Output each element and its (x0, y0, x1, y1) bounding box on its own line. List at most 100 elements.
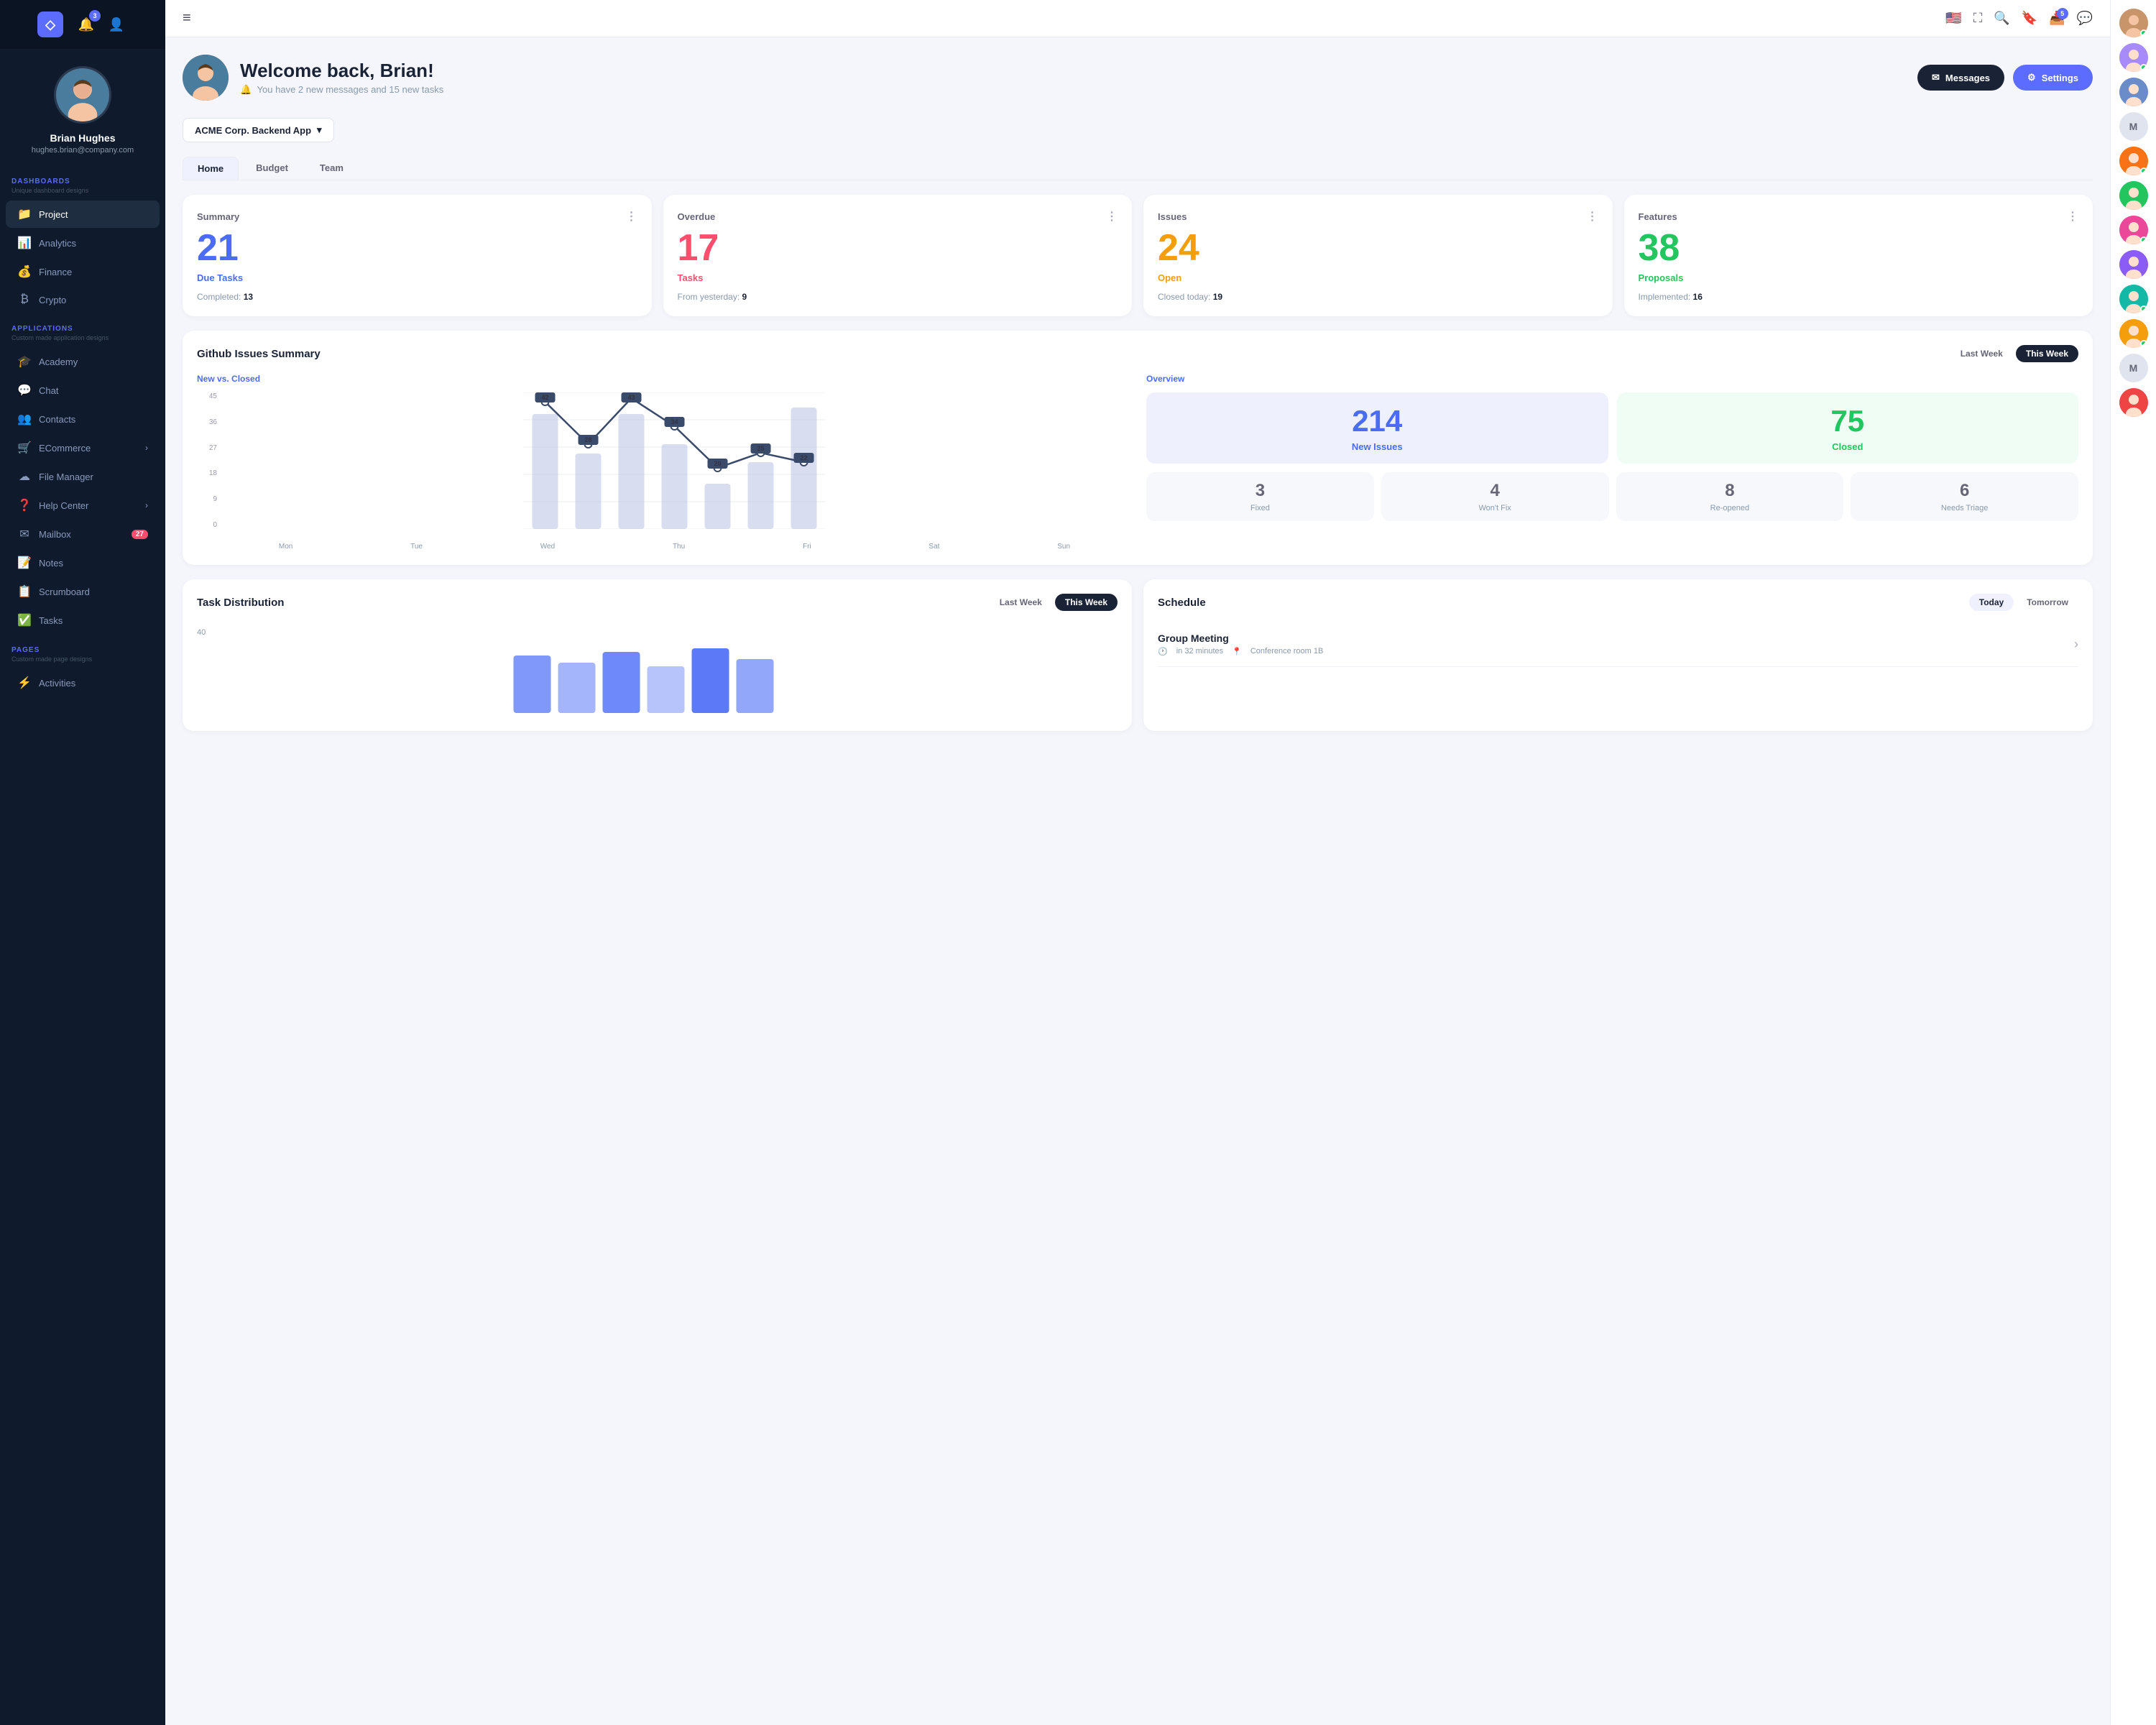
stat-card-summary-menu[interactable]: ⋮ (626, 209, 637, 224)
sidebar-item-scrumboard[interactable]: 📋 Scrumboard (6, 578, 160, 605)
sidebar-item-academy[interactable]: 🎓 Academy (6, 348, 160, 375)
messages-icon[interactable]: 💬 (2077, 11, 2093, 26)
search-icon[interactable]: 🔍 (1994, 11, 2009, 26)
online-indicator (2140, 305, 2147, 313)
sidebar-item-chat-label: Chat (39, 385, 58, 396)
dashboards-section-label: DASHBOARDS (0, 166, 165, 187)
github-lastweek-button[interactable]: Last Week (1950, 345, 2013, 362)
schedule-tomorrow-button[interactable]: Tomorrow (2017, 594, 2078, 611)
schedule-item-title: Group Meeting (1158, 632, 1323, 644)
inbox-icon[interactable]: 📥 5 (2049, 11, 2065, 26)
applications-section-label: APPLICATIONS (0, 313, 165, 334)
sidebar-top-icons: 🔔 3 👤 (75, 13, 128, 36)
project-selector[interactable]: ACME Corp. Backend App ▾ (183, 118, 334, 142)
svg-text:28: 28 (584, 436, 591, 443)
github-thisweek-button[interactable]: This Week (2016, 345, 2078, 362)
sidebar-item-contacts[interactable]: 👥 Contacts (6, 405, 160, 433)
settings-button[interactable]: ⚙ Settings (2013, 65, 2093, 91)
right-avatar-0[interactable] (2119, 9, 2148, 37)
wontfix-card: 4 Won't Fix (1381, 472, 1609, 521)
chart-area: 45 36 27 18 9 0 (197, 392, 1129, 551)
stat-card-overdue-menu[interactable]: ⋮ (1106, 209, 1118, 224)
applications-section-sublabel: Custom made application designs (0, 334, 165, 347)
right-avatar-5[interactable] (2119, 181, 2148, 210)
stat-issues-number: 24 (1158, 229, 1598, 267)
sidebar-item-help-center-label: Help Center (39, 500, 88, 511)
online-indicator (2140, 29, 2147, 37)
right-avatar-4[interactable] (2119, 147, 2148, 175)
right-avatar-3[interactable]: M (2119, 112, 2148, 141)
stat-features-number: 38 (1639, 229, 2079, 267)
stat-card-overdue-title: Overdue (678, 211, 716, 222)
notifications-badge: 3 (89, 10, 101, 22)
github-issues-card: Github Issues Summary Last Week This Wee… (183, 331, 2093, 565)
sidebar-item-chat[interactable]: 💬 Chat (6, 377, 160, 404)
chevron-down-icon: ▾ (317, 124, 322, 136)
messages-icon-btn: ✉ (1932, 72, 1940, 83)
sidebar-item-notes[interactable]: 📝 Notes (6, 549, 160, 576)
user-search-button[interactable]: 👤 (105, 13, 128, 36)
overview-small-numbers: 3 Fixed 4 Won't Fix 8 Re-opened 6 (1146, 472, 2078, 521)
task-dist-lastweek[interactable]: Last Week (990, 594, 1052, 611)
sidebar-item-file-manager[interactable]: ☁ File Manager (6, 463, 160, 490)
sidebar-item-crypto[interactable]: ₿ Crypto (6, 287, 160, 313)
sidebar-item-ecommerce[interactable]: 🛒 ECommerce › (6, 434, 160, 461)
schedule-item-arrow-icon[interactable]: › (2074, 637, 2078, 652)
schedule-today-button[interactable]: Today (1969, 594, 2014, 611)
stat-card-features-title: Features (1639, 211, 1677, 222)
task-dist-thisweek[interactable]: This Week (1055, 594, 1118, 611)
stat-card-features-menu[interactable]: ⋮ (2067, 209, 2078, 224)
welcome-title: Welcome back, Brian! (240, 60, 443, 82)
right-avatar-2[interactable] (2119, 78, 2148, 106)
task-dist-header: Task Distribution Last Week This Week (197, 594, 1118, 611)
right-avatar-8[interactable] (2119, 285, 2148, 313)
online-indicator (2140, 64, 2147, 71)
flag-icon[interactable]: 🇺🇸 (1945, 11, 1961, 26)
right-avatar-9[interactable] (2119, 319, 2148, 348)
github-toggle-buttons: Last Week This Week (1950, 345, 2078, 362)
sidebar-item-file-manager-label: File Manager (39, 472, 93, 482)
file-manager-icon: ☁ (17, 469, 32, 484)
overview-label: Overview (1146, 374, 2078, 384)
sidebar-item-project-label: Project (39, 209, 68, 220)
schedule-time: in 32 minutes (1176, 647, 1223, 656)
task-dist-svg (197, 641, 1118, 713)
help-center-arrow-icon: › (145, 500, 148, 510)
help-center-icon: ❓ (17, 498, 32, 512)
sidebar-item-tasks[interactable]: ✅ Tasks (6, 607, 160, 634)
schedule-location: Conference room 1B (1250, 647, 1324, 656)
tab-home[interactable]: Home (183, 157, 239, 180)
wontfix-number: 4 (1390, 481, 1600, 501)
right-avatar-1[interactable] (2119, 43, 2148, 72)
tasks-icon: ✅ (17, 613, 32, 627)
sidebar-item-project[interactable]: 📁 Project (6, 201, 160, 228)
stat-overdue-number: 17 (678, 229, 1118, 267)
sidebar-item-mailbox[interactable]: ✉ Mailbox 27 (6, 520, 160, 548)
schedule-toggle: Today Tomorrow (1969, 594, 2078, 611)
bookmark-icon[interactable]: 🔖 (2022, 11, 2037, 26)
sidebar-item-analytics[interactable]: 📊 Analytics (6, 229, 160, 257)
ecommerce-icon: 🛒 (17, 441, 32, 455)
stat-card-issues-menu[interactable]: ⋮ (1587, 209, 1598, 224)
logo-icon[interactable]: ◇ (37, 12, 63, 37)
right-avatar-6[interactable] (2119, 216, 2148, 244)
stat-card-summary: Summary ⋮ 21 Due Tasks Completed: 13 (183, 195, 652, 316)
tab-budget[interactable]: Budget (241, 157, 303, 180)
right-avatar-11[interactable] (2119, 388, 2148, 417)
sidebar-item-crypto-label: Crypto (39, 295, 66, 305)
mailbox-badge: 27 (132, 530, 148, 539)
menu-icon[interactable]: ≡ (183, 10, 191, 27)
tab-team[interactable]: Team (305, 157, 358, 180)
messages-button[interactable]: ✉ Messages (1917, 65, 2004, 91)
stat-card-features: Features ⋮ 38 Proposals Implemented: 16 (1624, 195, 2093, 316)
schedule-header: Schedule Today Tomorrow (1158, 594, 2078, 611)
chart-x-labels: Mon Tue Wed Thu Fri Sat Sun (220, 543, 1129, 551)
right-avatar-7[interactable] (2119, 250, 2148, 279)
sidebar-item-activities[interactable]: ⚡ Activities (6, 669, 160, 696)
fullscreen-icon[interactable]: ⛶ (1973, 11, 1983, 26)
right-avatar-10[interactable]: M (2119, 354, 2148, 382)
notifications-button[interactable]: 🔔 3 (75, 13, 98, 36)
sidebar-item-help-center[interactable]: ❓ Help Center › (6, 492, 160, 519)
sidebar-item-finance[interactable]: 💰 Finance (6, 258, 160, 285)
closed-label: Closed (1628, 441, 2068, 452)
